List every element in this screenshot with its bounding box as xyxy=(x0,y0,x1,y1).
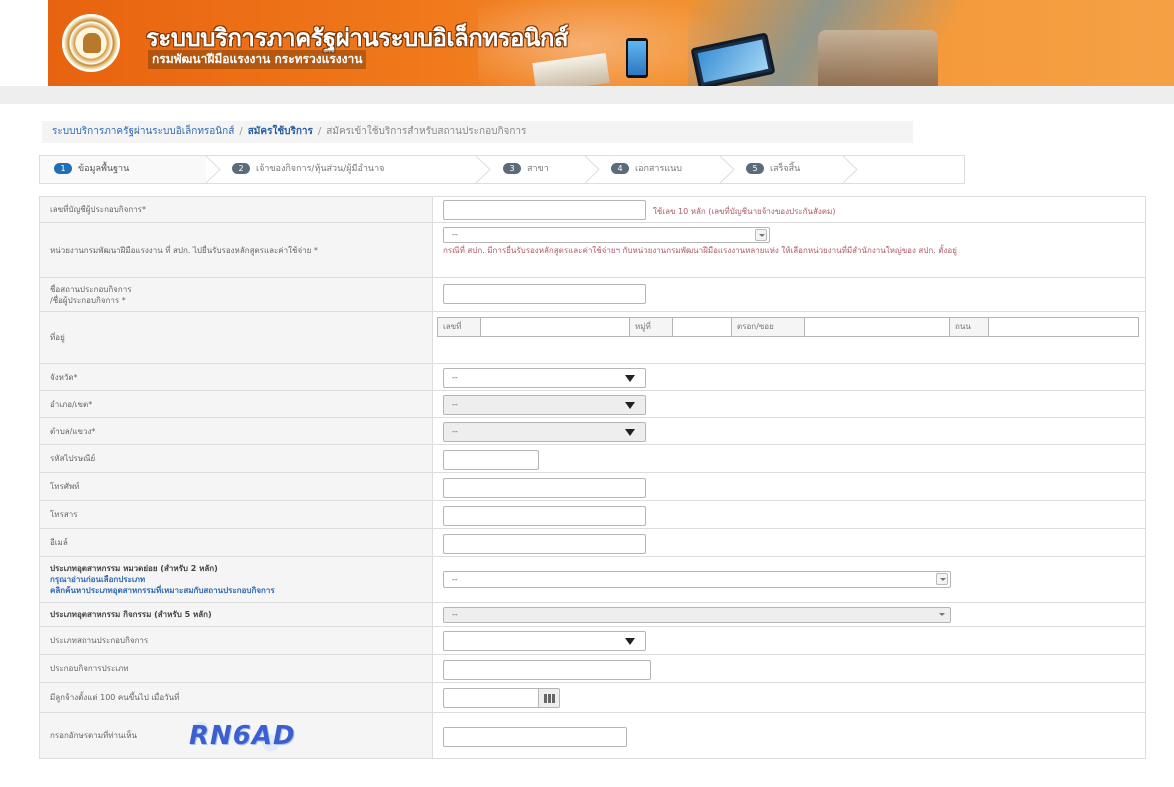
form-row-employ100: มีลูกจ้างตั้งแต่ 100 คนขึ้นไป เมื่อวันที… xyxy=(39,683,1146,713)
step-attachments[interactable]: 4 เอกสารแนบ xyxy=(611,156,682,183)
chevron-down-icon xyxy=(755,229,767,241)
employer-id-input[interactable] xyxy=(443,200,646,220)
form-row-captcha: กรอกอักษรตามที่ท่านเห็น RN6AD xyxy=(39,713,1146,759)
isic2-read-first-link[interactable]: กรุณาอ่านก่อนเลือกประเภท xyxy=(50,574,422,585)
road-input[interactable] xyxy=(988,317,1139,337)
email-input[interactable] xyxy=(443,534,646,554)
isic2-select[interactable]: -- xyxy=(443,571,951,588)
company-name-input[interactable] xyxy=(443,284,646,304)
isic5-label: ประเภทอุตสาหกรรม กิจกรรม (สำหรับ 5 หลัก) xyxy=(50,610,212,619)
isic2-search-link[interactable]: คลิกค้นหาประเภทอุตสาหกรรมที่เหมาะสมกับสถ… xyxy=(50,585,422,596)
phone-label: โทรศัพท์ xyxy=(50,482,80,491)
captcha-code: RN6AD xyxy=(189,721,296,751)
email-label: อีเมล์ xyxy=(50,538,68,547)
employ100-date-input[interactable] xyxy=(443,688,539,708)
step-separator-icon xyxy=(720,156,736,183)
chevron-down-icon xyxy=(625,638,635,645)
form-row-fax: โทรสาร xyxy=(39,501,1146,529)
step-separator-icon xyxy=(476,156,492,183)
form-row-business-category: ประกอบกิจการประเภท xyxy=(39,655,1146,683)
step-basic-info[interactable]: 1 ข้อมูลพื้นฐาน xyxy=(54,156,129,183)
employer-id-hint: ใช้เลข 10 หลัก (เลขที่บัญชีนายจ้างของประ… xyxy=(653,207,836,216)
form-row-business-type: ประเภทสถานประกอบกิจการ xyxy=(39,627,1146,655)
phone-illustration xyxy=(626,38,648,78)
employ100-label: มีลูกจ้างตั้งแต่ 100 คนขึ้นไป เมื่อวันที… xyxy=(50,693,180,702)
postcode-label: รหัสไปรษณีย์ xyxy=(50,454,96,463)
calendar-icon[interactable] xyxy=(538,688,560,708)
nav-bar xyxy=(0,86,1174,104)
form-row-isic5: ประเภทอุตสาหกรรม กิจกรรม (สำหรับ 5 หลัก)… xyxy=(39,603,1146,627)
agency-select[interactable]: -- xyxy=(443,227,770,243)
business-category-input[interactable] xyxy=(443,660,651,680)
province-label: จังหวัด* xyxy=(50,372,78,382)
address-label: ที่อยู่ xyxy=(50,333,65,342)
province-select[interactable]: -- xyxy=(443,368,646,388)
company-name-label: ชื่อสถานประกอบกิจการ xyxy=(50,284,132,294)
subdistrict-select[interactable]: -- xyxy=(443,422,646,442)
business-category-label: ประกอบกิจการประเภท xyxy=(50,664,129,673)
form-row-postcode: รหัสไปรษณีย์ xyxy=(39,445,1146,473)
step-separator-icon xyxy=(843,156,859,183)
step-finish[interactable]: 5 เสร็จสิ้น xyxy=(746,156,800,183)
registration-form: เลขที่บัญชีผู้ประกอบกิจการ* ใช้เลข 10 หล… xyxy=(39,196,1146,759)
chevron-down-icon xyxy=(936,609,948,621)
chevron-down-icon xyxy=(625,402,635,409)
soi-input[interactable] xyxy=(804,317,950,337)
form-row-company-name: ชื่อสถานประกอบกิจการ/ชื่อผู้ประกอบกิจการ… xyxy=(39,278,1146,312)
agency-label: หน่วยงานกรมพัฒนาฝีมือแรงงาน ที่ สปก. ไปย… xyxy=(50,245,318,255)
step-branch[interactable]: 3 สาขา xyxy=(503,156,549,183)
captcha-input[interactable] xyxy=(443,727,627,747)
phone-input[interactable] xyxy=(443,478,646,498)
business-type-label: ประเภทสถานประกอบกิจการ xyxy=(50,636,149,645)
chevron-down-icon xyxy=(625,375,635,382)
banner-photo xyxy=(818,30,938,86)
chevron-down-icon xyxy=(936,573,948,585)
breadcrumb-register-link[interactable]: สมัครใช้บริการ xyxy=(248,126,313,137)
form-row-address: ที่อยู่ เลขที่ หมู่ที่ ตรอก/ซอย ถนน xyxy=(39,312,1146,364)
form-row-employer-id: เลขที่บัญชีผู้ประกอบกิจการ* ใช้เลข 10 หล… xyxy=(39,197,1146,223)
step-owner[interactable]: 2 เจ้าของกิจการ/หุ้นส่วน/ผู้มีอำนาจ xyxy=(232,156,384,183)
site-subtitle: กรมพัฒนาฝีมือแรงงาน กระทรวงแรงงาน xyxy=(148,50,367,69)
subdistrict-label: ตำบล/แขวง* xyxy=(50,426,96,436)
form-row-email: อีเมล์ xyxy=(39,529,1146,557)
isic5-select[interactable]: -- xyxy=(443,607,951,623)
ministry-seal-logo xyxy=(62,14,120,72)
header-banner: ระบบบริการภาครัฐผ่านระบบอิเล็กทรอนิกส์ ก… xyxy=(48,0,1174,86)
isic2-label: ประเภทอุตสาหกรรม หมวดย่อย (สำหรับ 2 หลัก… xyxy=(50,564,218,573)
breadcrumb-home-link[interactable]: ระบบบริการภาครัฐผ่านระบบอิเล็กทรอนิกส์ xyxy=(52,126,234,137)
fax-label: โทรสาร xyxy=(50,510,78,519)
business-type-select[interactable] xyxy=(443,631,646,651)
agency-hint: กรณีที่ สปก. มีการยื่นรับรองหลักสูตรและค… xyxy=(443,246,957,255)
fax-input[interactable] xyxy=(443,506,646,526)
form-row-district: อำเภอ/เขต* -- xyxy=(39,391,1146,418)
district-label: อำเภอ/เขต* xyxy=(50,399,93,409)
form-row-subdistrict: ตำบล/แขวง* -- xyxy=(39,418,1146,445)
form-row-agency: หน่วยงานกรมพัฒนาฝีมือแรงงาน ที่ สปก. ไปย… xyxy=(39,223,1146,278)
breadcrumb-current: สมัครเข้าใช้บริการสำหรับสถานประกอบกิจการ xyxy=(326,126,527,137)
chevron-down-icon xyxy=(625,429,635,436)
moo-input[interactable] xyxy=(672,317,732,337)
house-number-input[interactable] xyxy=(480,317,630,337)
district-select[interactable]: -- xyxy=(443,395,646,415)
form-row-phone: โทรศัพท์ xyxy=(39,473,1146,501)
form-row-isic2: ประเภทอุตสาหกรรม หมวดย่อย (สำหรับ 2 หลัก… xyxy=(39,557,1146,603)
employer-id-label: เลขที่บัญชีผู้ประกอบกิจการ* xyxy=(50,205,146,214)
registration-steps: 1 ข้อมูลพื้นฐาน 2 เจ้าของกิจการ/หุ้นส่วน/ผ… xyxy=(39,155,965,184)
step-separator-icon xyxy=(585,156,601,183)
form-row-province: จังหวัด* -- xyxy=(39,364,1146,391)
step-separator-icon xyxy=(206,156,222,183)
postcode-input[interactable] xyxy=(443,450,539,470)
breadcrumb: ระบบบริการภาครัฐผ่านระบบอิเล็กทรอนิกส์ / ส… xyxy=(42,121,913,143)
